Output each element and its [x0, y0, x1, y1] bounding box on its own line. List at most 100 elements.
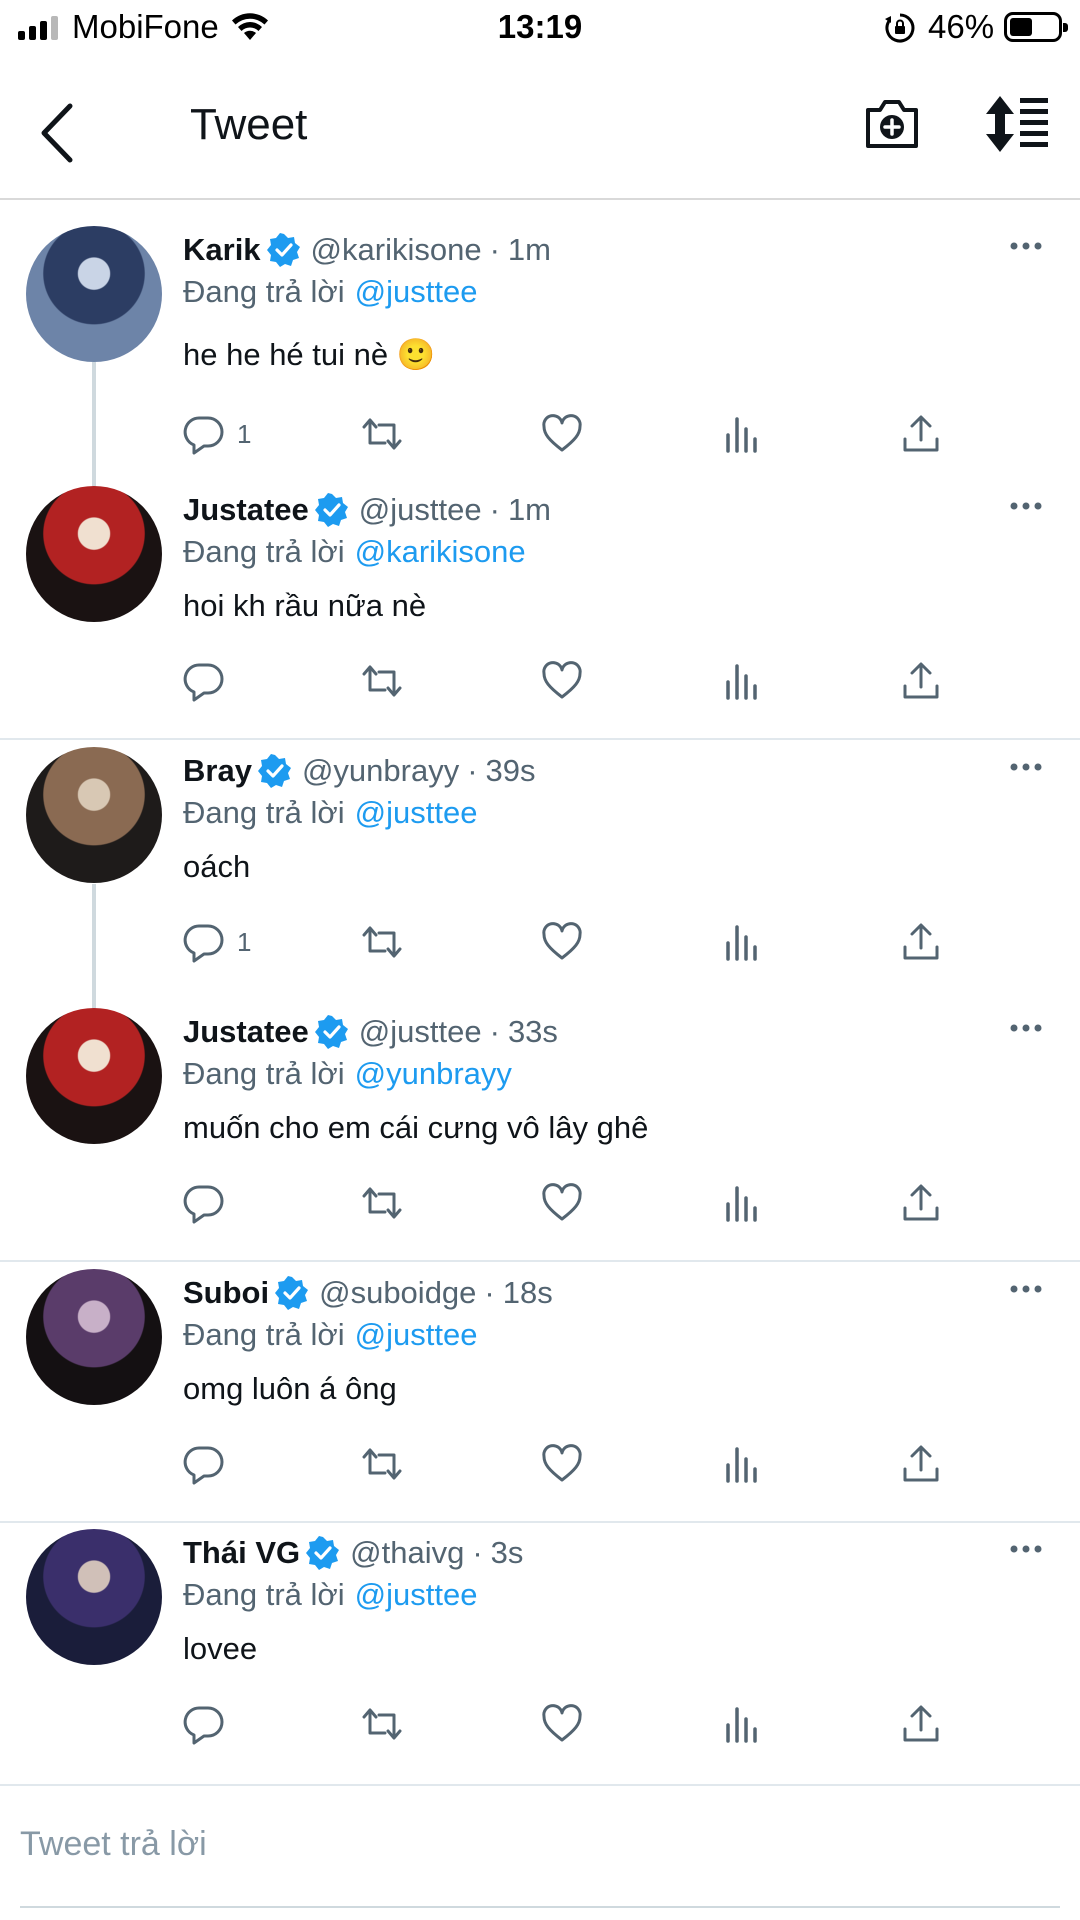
more-options-icon[interactable]: [1006, 757, 1046, 777]
like-button[interactable]: [541, 656, 583, 706]
back-button[interactable]: [30, 98, 90, 168]
replying-to: Đang trả lời @karikisone: [183, 534, 526, 570]
avatar[interactable]: [26, 486, 162, 622]
analytics-button[interactable]: [720, 656, 762, 706]
more-options-icon[interactable]: [1006, 1279, 1046, 1299]
heart-icon: [541, 660, 583, 702]
replying-to-handle[interactable]: @karikisone: [355, 534, 526, 569]
replying-to: Đang trả lời @justtee: [183, 795, 477, 831]
author-handle[interactable]: @justtee: [359, 492, 482, 528]
like-button[interactable]: [541, 409, 583, 459]
retweet-button[interactable]: [361, 1178, 403, 1228]
avatar[interactable]: [26, 1529, 162, 1665]
tweet-actions: [183, 1178, 963, 1228]
clock: 13:19: [497, 8, 583, 45]
share-button[interactable]: [900, 656, 942, 706]
avatar[interactable]: [26, 747, 162, 883]
analytics-button[interactable]: [720, 1178, 762, 1228]
separator-dot: ·: [489, 232, 500, 267]
bar-chart-icon: [720, 1703, 762, 1745]
share-button[interactable]: [900, 917, 942, 967]
more-options-icon[interactable]: [1006, 496, 1046, 516]
like-button[interactable]: [541, 917, 583, 967]
like-button[interactable]: [541, 1699, 583, 1749]
share-button[interactable]: [900, 1178, 942, 1228]
more-options-icon[interactable]: [1006, 1018, 1046, 1038]
retweet-button[interactable]: [361, 656, 403, 706]
battery-icon: [1004, 12, 1068, 42]
analytics-button[interactable]: [720, 1439, 762, 1489]
more-options-icon[interactable]: [1006, 1539, 1046, 1559]
reply-button[interactable]: [183, 1699, 225, 1749]
analytics-button[interactable]: [720, 409, 762, 459]
analytics-button[interactable]: [720, 917, 762, 967]
reply-icon: [183, 413, 225, 455]
heart-icon: [541, 1443, 583, 1485]
analytics-button[interactable]: [720, 1699, 762, 1749]
reply-count: 1: [237, 418, 252, 449]
tweet-timestamp[interactable]: 1m: [508, 232, 551, 268]
verified-badge-icon: [275, 1276, 309, 1310]
retweet-button[interactable]: [361, 1439, 403, 1489]
tweet-header: Justatee @justtee · 1m: [183, 492, 551, 528]
separator-dot: ·: [489, 492, 500, 527]
tweet-header: Justatee @justtee · 33s: [183, 1014, 558, 1050]
retweet-button[interactable]: [361, 409, 403, 459]
tweet: Thái VG @thaivg · 3s Đang trả lời @justtee lov…: [0, 1509, 1080, 1759]
reply-button[interactable]: 1: [183, 917, 251, 967]
replying-to: Đang trả lời @justtee: [183, 1317, 477, 1353]
replying-to-handle[interactable]: @justtee: [355, 1577, 478, 1612]
author-name[interactable]: Bray: [183, 753, 252, 789]
share-icon: [900, 660, 942, 702]
author-name[interactable]: Suboi: [183, 1275, 269, 1311]
bar-chart-icon: [720, 921, 762, 963]
share-button[interactable]: [900, 409, 942, 459]
reply-button[interactable]: 1: [183, 409, 251, 459]
author-name[interactable]: Justatee: [183, 492, 309, 528]
battery-percent: 46%: [928, 8, 995, 45]
tweet-timestamp[interactable]: 39s: [486, 753, 536, 789]
sort-icon[interactable]: [984, 94, 1050, 154]
replying-to-handle[interactable]: @justtee: [355, 274, 478, 309]
author-name[interactable]: Justatee: [183, 1014, 309, 1050]
tweet-actions: 1: [183, 409, 963, 459]
replying-to-label: Đang trả lời: [183, 274, 345, 309]
reply-button[interactable]: [183, 1439, 225, 1489]
avatar[interactable]: [26, 1269, 162, 1405]
avatar[interactable]: [26, 1008, 162, 1144]
tweet-timestamp[interactable]: 3s: [491, 1535, 524, 1571]
author-handle[interactable]: @karikisone: [311, 232, 482, 268]
more-options-icon[interactable]: [1006, 236, 1046, 256]
tweet-header: Thái VG @thaivg · 3s: [183, 1535, 523, 1571]
tweet-timestamp[interactable]: 33s: [508, 1014, 558, 1050]
author-handle[interactable]: @justtee: [359, 1014, 482, 1050]
author-name[interactable]: Karik: [183, 232, 261, 268]
status-bar: MobiFone 13:19 46%: [0, 0, 1080, 56]
reply-input[interactable]: [20, 1812, 1020, 1876]
reply-button[interactable]: [183, 1178, 225, 1228]
replying-to-handle[interactable]: @yunbrayy: [355, 1056, 512, 1091]
share-button[interactable]: [900, 1699, 942, 1749]
share-icon: [900, 413, 942, 455]
share-button[interactable]: [900, 1439, 942, 1489]
author-handle[interactable]: @suboidge: [319, 1275, 476, 1311]
tweet-timestamp[interactable]: 1m: [508, 492, 551, 528]
verified-badge-icon: [266, 233, 300, 267]
author-handle[interactable]: @thaivg: [350, 1535, 464, 1571]
author-handle[interactable]: @yunbrayy: [302, 753, 459, 789]
tweet-actions: 1: [183, 917, 963, 967]
camera-add-icon[interactable]: [862, 94, 922, 154]
share-icon: [900, 1182, 942, 1224]
like-button[interactable]: [541, 1178, 583, 1228]
author-name[interactable]: Thái VG: [183, 1535, 300, 1571]
replying-to-handle[interactable]: @justtee: [355, 795, 478, 830]
retweet-button[interactable]: [361, 917, 403, 967]
tweet-timestamp[interactable]: 18s: [503, 1275, 553, 1311]
like-button[interactable]: [541, 1439, 583, 1489]
share-icon: [900, 1703, 942, 1745]
retweet-button[interactable]: [361, 1699, 403, 1749]
reply-button[interactable]: [183, 656, 225, 706]
replying-to-handle[interactable]: @justtee: [355, 1317, 478, 1352]
tweet-actions: [183, 656, 963, 706]
avatar[interactable]: [26, 226, 162, 362]
